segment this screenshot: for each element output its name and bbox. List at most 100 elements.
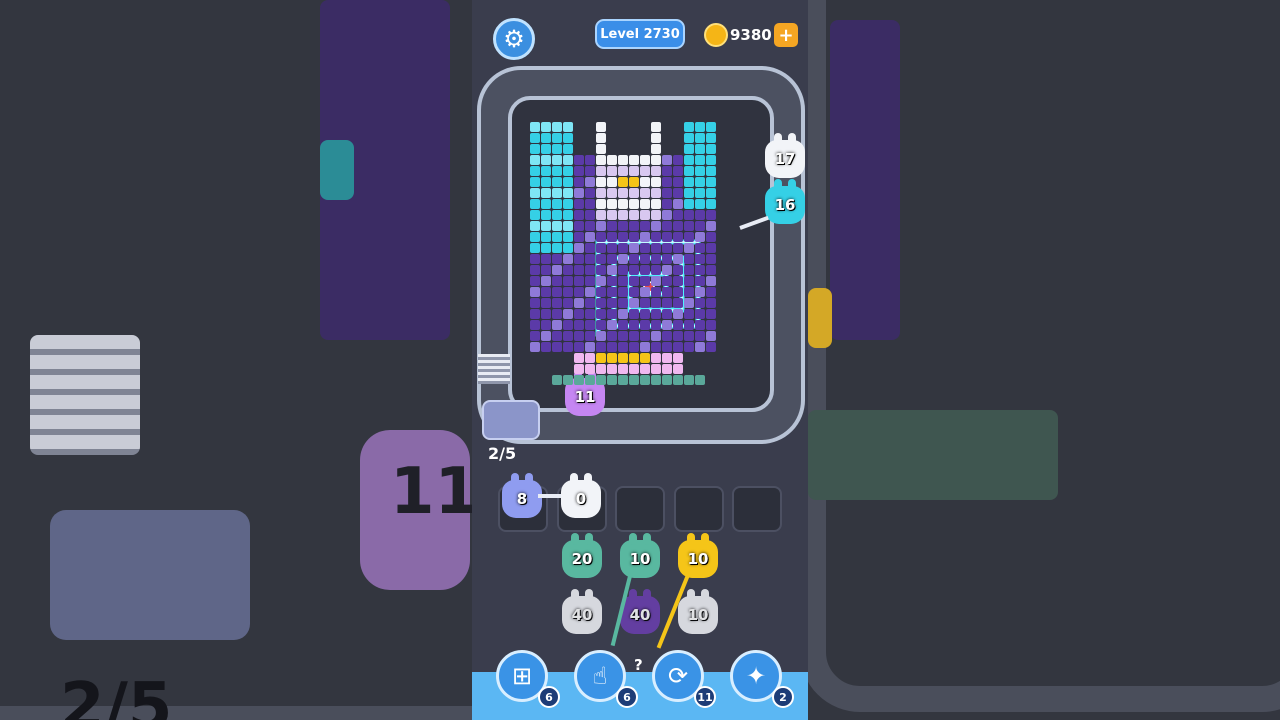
pixel-tile xyxy=(662,298,672,308)
pixel-tile xyxy=(706,243,716,253)
pixel-tile xyxy=(662,155,672,165)
pixel-tile xyxy=(706,122,716,132)
column-critter[interactable]: 10 xyxy=(678,533,718,578)
pixel-tile xyxy=(684,210,694,220)
pixel-tile xyxy=(574,199,584,209)
pixel-tile xyxy=(662,287,672,297)
pixel-tile xyxy=(607,309,617,319)
pixel-tile xyxy=(684,276,694,286)
pixel-tile xyxy=(684,331,694,341)
pixel-tile xyxy=(706,331,716,341)
rope xyxy=(538,494,562,498)
pixel-tile xyxy=(585,287,595,297)
pixel-tile xyxy=(530,342,540,352)
pixel-tile xyxy=(662,276,672,286)
pixel-tile xyxy=(596,309,606,319)
pixel-tile xyxy=(574,353,584,363)
pixel-tile xyxy=(563,155,573,165)
column-critter[interactable]: 10 xyxy=(620,533,660,578)
pixel-tile xyxy=(585,166,595,176)
add-coins-button[interactable]: + xyxy=(774,23,798,47)
coin-counter: 9380 + xyxy=(704,22,800,50)
pixel-tile xyxy=(695,287,705,297)
pixel-tile xyxy=(618,287,628,297)
pixel-tile xyxy=(585,232,595,242)
pixel-tile xyxy=(552,287,562,297)
held-critter[interactable]: 0 xyxy=(561,473,601,518)
pixel-tile xyxy=(607,353,617,363)
pixel-tile xyxy=(651,166,661,176)
pixel-tile xyxy=(563,254,573,264)
column-critter: 40 xyxy=(562,589,602,634)
pixel-tile xyxy=(585,221,595,231)
held-critter[interactable]: 8 xyxy=(502,473,542,518)
pixel-tile xyxy=(640,364,650,374)
pixel-tile xyxy=(706,342,716,352)
critter-count: 11 xyxy=(574,388,596,406)
pixel-tile xyxy=(640,342,650,352)
pixel-tile xyxy=(574,232,584,242)
critter-count: 10 xyxy=(629,550,651,568)
pixel-tile xyxy=(706,298,716,308)
pixel-tile xyxy=(552,320,562,330)
pixel-tile xyxy=(596,177,606,187)
pixel-tile xyxy=(596,320,606,330)
pixel-tile xyxy=(618,276,628,286)
pixel-tile xyxy=(640,166,650,176)
pixel-tile xyxy=(596,331,606,341)
pixel-tile xyxy=(651,353,661,363)
pixel-tile xyxy=(684,298,694,308)
pixel-tile xyxy=(541,210,551,220)
pixel-tile xyxy=(563,309,573,319)
pixel-tile xyxy=(585,265,595,275)
pixel-tile xyxy=(530,188,540,198)
pixel-tile xyxy=(695,232,705,242)
pixel-tile xyxy=(684,177,694,187)
pixel-tile xyxy=(574,155,584,165)
pixel-tile xyxy=(552,188,562,198)
pixel-tile xyxy=(530,331,540,341)
pixel-tile xyxy=(640,210,650,220)
pixel-tile xyxy=(673,177,683,187)
column-critter: 40 xyxy=(620,589,660,634)
pixel-tile xyxy=(629,221,639,231)
pixel-tile xyxy=(629,353,639,363)
pixel-tile xyxy=(684,166,694,176)
column-critter[interactable]: 20 xyxy=(562,533,602,578)
pixel-tile xyxy=(640,199,650,209)
pixel-tile xyxy=(651,155,661,165)
pixel-tile xyxy=(695,342,705,352)
pixel-tile xyxy=(673,375,683,385)
holding-slot-empty xyxy=(615,486,665,532)
pixel-tile xyxy=(541,133,551,143)
pixel-tile xyxy=(585,210,595,220)
pixel-tile xyxy=(640,375,650,385)
pixel-tile xyxy=(651,331,661,341)
pixel-tile xyxy=(629,155,639,165)
pixel-tile xyxy=(607,188,617,198)
settings-gear-icon[interactable]: ⚙ xyxy=(493,18,535,60)
pixel-tile xyxy=(662,232,672,242)
pixel-tile xyxy=(684,254,694,264)
pixel-tile xyxy=(552,298,562,308)
pixel-tile xyxy=(629,210,639,220)
coin-amount: 9380 xyxy=(730,26,772,44)
pixel-tile xyxy=(596,133,606,143)
pixel-tile xyxy=(684,144,694,154)
pixel-tile xyxy=(585,353,595,363)
pixel-tile xyxy=(541,232,551,242)
booster-count: 11 xyxy=(694,686,716,708)
pixel-tile xyxy=(574,221,584,231)
booster-count: 6 xyxy=(538,686,560,708)
pixel-tile xyxy=(673,166,683,176)
coin-icon xyxy=(704,23,728,47)
pixel-tile xyxy=(629,320,639,330)
pixel-tile xyxy=(585,342,595,352)
pixel-tile xyxy=(541,342,551,352)
pixel-tile xyxy=(629,243,639,253)
pixel-tile xyxy=(530,210,540,220)
critter-count: 16 xyxy=(774,196,796,214)
level-badge: Level 2730 xyxy=(595,19,685,49)
pixel-tile xyxy=(695,265,705,275)
pixel-tile xyxy=(629,254,639,264)
